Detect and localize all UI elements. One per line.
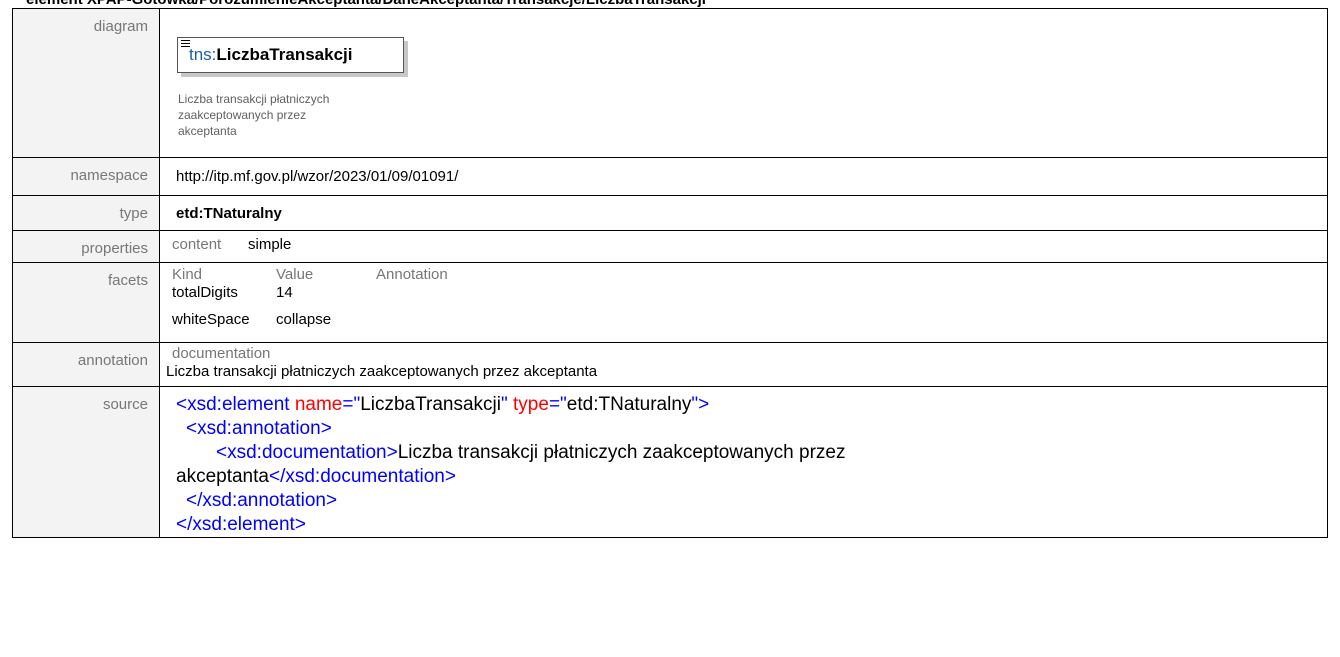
row-annotation: annotation documentation Liczba transakc… bbox=[12, 342, 1328, 387]
type-link[interactable]: etd:TNaturalny bbox=[176, 205, 1327, 222]
property-value: simple bbox=[248, 236, 292, 253]
attr-value: LiczbaTransakcji bbox=[360, 394, 501, 415]
facet-row: totalDigits 14 bbox=[172, 284, 1327, 311]
namespace-value: http://itp.mf.gov.pl/wzor/2023/01/09/010… bbox=[176, 168, 459, 185]
element-documentation-table: diagram tns:LiczbaTransakcji Liczba tran… bbox=[12, 8, 1328, 538]
label-annotation: annotation bbox=[12, 342, 160, 387]
tag-annotation-open: <xsd:annotation> bbox=[186, 418, 332, 439]
element-node-box[interactable]: tns:LiczbaTransakcji bbox=[177, 37, 404, 73]
annotation-text: Liczba transakcji płatniczych zaakceptow… bbox=[166, 363, 598, 380]
diagram-area: tns:LiczbaTransakcji Liczba transakcji p… bbox=[160, 9, 1327, 157]
documentation-text-cont: akceptanta bbox=[176, 466, 269, 487]
source-line-3: <xsd:documentation>Liczba transakcji pła… bbox=[176, 441, 1327, 465]
facet-value: 14 bbox=[276, 284, 293, 301]
attr-value: etd:TNaturalny bbox=[566, 394, 692, 415]
facet-row: whiteSpace collapse bbox=[172, 311, 1327, 338]
label-facets: facets bbox=[12, 262, 160, 343]
annotation-head: documentation bbox=[172, 345, 271, 362]
label-namespace: namespace bbox=[12, 157, 160, 196]
facet-kind: totalDigits bbox=[172, 284, 238, 301]
facet-value: collapse bbox=[276, 311, 332, 328]
row-diagram: diagram tns:LiczbaTransakcji Liczba tran… bbox=[12, 8, 1328, 158]
source-line-1: <xsd:element name="LiczbaTransakcji" typ… bbox=[176, 393, 1327, 417]
element-name: LiczbaTransakcji bbox=[216, 45, 353, 64]
source-line-2: <xsd:annotation> bbox=[176, 417, 1327, 441]
facets-header-kind: Kind bbox=[172, 266, 203, 283]
documentation-text: Liczba transakcji płatniczych zaakceptow… bbox=[397, 442, 846, 463]
property-key: content bbox=[172, 236, 222, 253]
tag-annotation-close: </xsd:annotation> bbox=[186, 490, 338, 511]
tag-documentation-close: </xsd:documentation> bbox=[268, 466, 456, 487]
label-properties: properties bbox=[12, 230, 160, 263]
facet-kind: whiteSpace bbox=[172, 311, 250, 328]
attr-name: name bbox=[294, 394, 343, 415]
namespace-prefix: tns: bbox=[189, 45, 217, 64]
attr-eq: =" bbox=[548, 394, 567, 415]
property-content: content simple bbox=[160, 236, 1327, 253]
source-line-4: akceptanta</xsd:documentation> bbox=[176, 465, 1327, 489]
label-diagram: diagram bbox=[12, 8, 160, 158]
element-node-name: tns:LiczbaTransakcji bbox=[189, 45, 352, 65]
tag-open: <xsd:element bbox=[176, 394, 290, 415]
attr-name: type bbox=[513, 394, 549, 415]
facets-header-value: Value bbox=[276, 266, 314, 283]
attr-eq: =" bbox=[342, 394, 361, 415]
tag-close: "> bbox=[691, 394, 710, 415]
facets-header-annotation: Annotation bbox=[376, 266, 448, 283]
facets-header: Kind Value Annotation bbox=[172, 266, 1327, 284]
source-line-6: </xsd:element> bbox=[176, 513, 1327, 537]
source-code: <xsd:element name="LiczbaTransakcji" typ… bbox=[176, 393, 1327, 537]
label-type: type bbox=[12, 195, 160, 231]
tag-element-close: </xsd:element> bbox=[176, 514, 306, 535]
page-title: element XPAP-Gotowka/PorozumienieAkcepta… bbox=[26, 0, 706, 8]
tag-documentation-open: <xsd:documentation> bbox=[216, 442, 398, 463]
label-source: source bbox=[12, 386, 160, 538]
row-source: source <xsd:element name="LiczbaTransakc… bbox=[12, 386, 1328, 538]
diagram-documentation: Liczba transakcji płatniczych zaakceptow… bbox=[178, 92, 330, 138]
row-type: type etd:TNaturalny bbox=[12, 195, 1328, 231]
source-line-5: </xsd:annotation> bbox=[176, 489, 1327, 513]
row-properties: properties content simple bbox=[12, 230, 1328, 263]
attr-quote: " bbox=[501, 394, 508, 415]
row-namespace: namespace http://itp.mf.gov.pl/wzor/2023… bbox=[12, 157, 1328, 196]
row-facets: facets Kind Value Annotation totalDigits 14… bbox=[12, 262, 1328, 343]
